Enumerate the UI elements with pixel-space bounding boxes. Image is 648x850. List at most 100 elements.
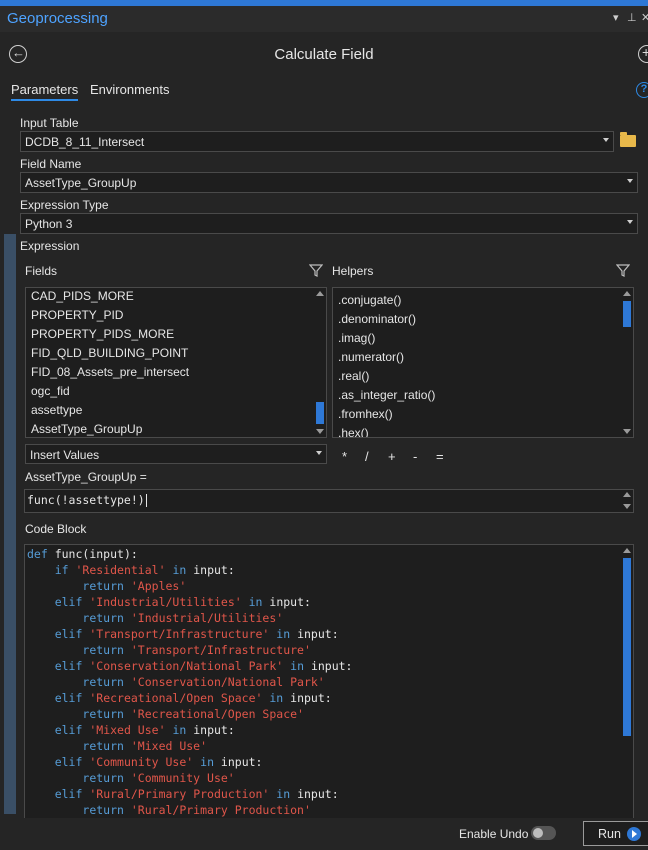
code-string: 'Community Use' xyxy=(89,755,194,769)
list-item[interactable]: .imag() xyxy=(338,331,375,345)
code-text: input: xyxy=(290,627,339,641)
filter-icon[interactable] xyxy=(309,263,323,277)
enable-undo-toggle[interactable] xyxy=(531,826,556,840)
code-string: 'Recreational/Open Space' xyxy=(130,707,304,721)
filter-icon[interactable] xyxy=(616,263,630,277)
folder-icon[interactable] xyxy=(620,132,636,147)
scroll-thumb[interactable] xyxy=(316,402,324,424)
list-item[interactable]: .numerator() xyxy=(338,350,404,364)
list-item[interactable]: ogc_fid xyxy=(31,384,70,398)
scroll-up-icon[interactable] xyxy=(623,291,631,296)
code-keyword: def xyxy=(27,547,48,561)
code-string: 'Transport/Infrastructure' xyxy=(89,627,270,641)
scroll-thumb[interactable] xyxy=(623,558,631,736)
code-line: if 'Residential' in input: xyxy=(27,563,235,577)
code-keyword: return xyxy=(82,803,124,817)
code-keyword: in xyxy=(200,755,214,769)
tab-environments[interactable]: Environments xyxy=(90,82,169,97)
run-button-label: Run xyxy=(598,827,621,841)
code-text: input: xyxy=(186,723,235,737)
code-keyword: elif xyxy=(54,755,83,769)
code-keyword: return xyxy=(82,739,124,753)
code-string: 'Conservation/National Park' xyxy=(89,659,284,673)
scroll-up-icon[interactable] xyxy=(623,492,631,497)
expression-type-combo[interactable]: Python 3 xyxy=(20,213,638,234)
code-block-editor[interactable]: def func(input): if 'Residential' in inp… xyxy=(24,544,634,820)
code-string: 'Industrial/Utilities' xyxy=(89,595,242,609)
scroll-up-icon[interactable] xyxy=(623,548,631,553)
code-scrollbar[interactable] xyxy=(622,546,632,818)
dropdown-icon[interactable]: ▾ xyxy=(613,11,619,24)
scroll-down-icon[interactable] xyxy=(623,504,631,509)
scroll-down-icon[interactable] xyxy=(623,429,631,434)
code-string: 'Mixed Use' xyxy=(130,739,208,753)
code-keyword: in xyxy=(276,787,291,801)
tab-parameters[interactable]: Parameters xyxy=(11,82,79,101)
code-string: 'Rural/Primary Production' xyxy=(130,803,311,817)
help-icon[interactable]: ? xyxy=(636,82,648,98)
code-keyword: if xyxy=(54,563,69,577)
list-item[interactable]: .hex() xyxy=(338,426,369,437)
plus-icon: + xyxy=(642,44,648,60)
code-keyword: return xyxy=(82,611,124,625)
scroll-thumb[interactable] xyxy=(623,301,631,327)
code-keyword: return xyxy=(82,579,124,593)
list-item[interactable]: AssetType_GroupUp xyxy=(31,422,142,436)
code-keyword: return xyxy=(82,771,124,785)
code-keyword: elif xyxy=(54,659,83,673)
code-line: return 'Community Use' xyxy=(27,771,235,785)
multiply-operator-button[interactable]: * xyxy=(342,449,347,464)
code-line: return 'Rural/Primary Production' xyxy=(27,803,311,817)
helpers-label: Helpers xyxy=(332,264,374,278)
code-block-label: Code Block xyxy=(25,522,87,536)
code-line: def func(input): xyxy=(27,547,138,561)
code-line: elif 'Mixed Use' in input: xyxy=(27,723,235,737)
code-keyword: return xyxy=(82,675,124,689)
subtract-operator-button[interactable]: - xyxy=(413,449,417,464)
code-text: input: xyxy=(262,595,311,609)
field-name-combo[interactable]: AssetType_GroupUp xyxy=(20,172,638,193)
list-item[interactable]: .conjugate() xyxy=(338,293,401,307)
list-item[interactable]: assettype xyxy=(31,403,82,417)
fields-scrollbar[interactable] xyxy=(315,289,325,436)
equals-operator-button[interactable]: = xyxy=(436,449,444,464)
list-item[interactable]: FID_08_Assets_pre_intersect xyxy=(31,365,189,379)
helpers-list[interactable]: .conjugate() .denominator() .imag() .num… xyxy=(332,287,634,438)
code-keyword: in xyxy=(172,563,187,577)
run-button[interactable]: Run xyxy=(583,821,648,846)
code-line: return 'Mixed Use' xyxy=(27,739,207,753)
list-item[interactable]: .fromhex() xyxy=(338,407,393,421)
chevron-down-icon xyxy=(603,138,609,142)
pin-icon[interactable]: ⊥ xyxy=(627,11,637,24)
list-item[interactable]: PROPERTY_PIDS_MORE xyxy=(31,327,174,341)
code-keyword: elif xyxy=(54,691,83,705)
input-table-combo[interactable]: DCDB_8_11_Intersect xyxy=(20,131,614,152)
input-table-label: Input Table xyxy=(20,116,79,130)
list-item[interactable]: CAD_PIDS_MORE xyxy=(31,289,134,303)
list-item[interactable]: .as_integer_ratio() xyxy=(338,388,435,402)
divide-operator-button[interactable]: / xyxy=(365,449,369,464)
expression-scrollbar[interactable] xyxy=(622,491,632,511)
code-keyword: return xyxy=(82,643,124,657)
fields-list[interactable]: CAD_PIDS_MORE PROPERTY_PID PROPERTY_PIDS… xyxy=(25,287,327,438)
list-item[interactable]: FID_QLD_BUILDING_POINT xyxy=(31,346,188,360)
list-item[interactable]: PROPERTY_PID xyxy=(31,308,123,322)
scroll-up-icon[interactable] xyxy=(316,291,324,296)
scroll-down-icon[interactable] xyxy=(316,429,324,434)
code-string: 'Community Use' xyxy=(130,771,235,785)
insert-values-combo[interactable]: Insert Values xyxy=(25,444,327,464)
expression-input[interactable]: func(!assettype!) xyxy=(24,489,634,513)
code-keyword: return xyxy=(82,707,124,721)
helpers-scrollbar[interactable] xyxy=(622,289,632,436)
add-operator-button[interactable]: + xyxy=(388,449,396,464)
list-item[interactable]: .denominator() xyxy=(338,312,416,326)
code-line: elif 'Community Use' in input: xyxy=(27,755,263,769)
code-string: 'Apples' xyxy=(130,579,187,593)
code-line: elif 'Transport/Infrastructure' in input… xyxy=(27,627,339,641)
list-item[interactable]: .real() xyxy=(338,369,369,383)
close-icon[interactable]: ✕ xyxy=(641,11,648,24)
